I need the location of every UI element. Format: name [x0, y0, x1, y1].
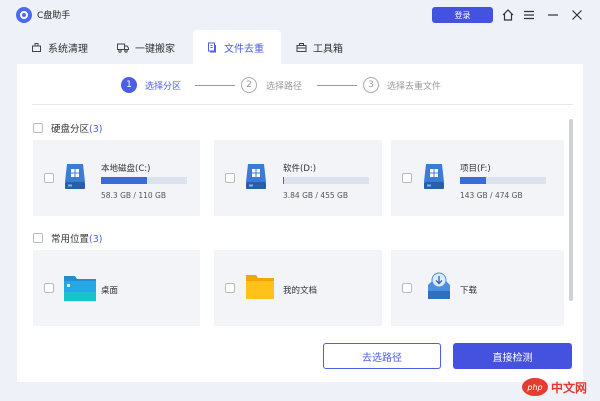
- disk-usage-fill: [101, 177, 147, 184]
- disk-checkbox[interactable]: [44, 173, 54, 183]
- disk-size: 143 GB / 474 GB: [460, 191, 523, 200]
- tab-toolbox[interactable]: 工具箱: [296, 30, 343, 64]
- disk-size: 58.3 GB / 110 GB: [101, 191, 166, 200]
- step-1-label: 选择分区: [145, 82, 182, 92]
- disk-card-c[interactable]: 本地磁盘(C:) 58.3 GB / 110 GB: [33, 140, 200, 216]
- menu-icon[interactable]: [521, 7, 537, 23]
- main-tabs: 系统清理 一键搬家 文件去重 工具箱: [0, 30, 600, 64]
- tab-label: 文件去重: [224, 43, 264, 55]
- tab-one-click-move[interactable]: 一键搬家: [117, 30, 175, 64]
- step-2-label: 选择路径: [266, 82, 303, 92]
- tab-label: 一键搬家: [135, 43, 175, 55]
- scan-now-button[interactable]: 直接检测: [453, 343, 572, 369]
- truck-icon: [117, 43, 129, 53]
- location-section-title: 常用位置(3): [51, 234, 103, 245]
- step-3-circle: 3: [363, 77, 379, 93]
- watermark-text: 中文网: [551, 380, 588, 395]
- download-icon: [428, 272, 450, 299]
- step-connector: [317, 85, 357, 86]
- disk-checkbox[interactable]: [402, 173, 412, 183]
- home-icon[interactable]: [500, 7, 516, 23]
- step-indicator: 1 选择分区 2 选择路径 3 选择去重文件: [17, 64, 583, 106]
- disk-usage-fill: [460, 177, 486, 184]
- app-logo-icon: [16, 7, 32, 23]
- location-card-desktop[interactable]: 桌面: [33, 250, 200, 326]
- disk-card-d[interactable]: 软件(D:) 3.84 GB / 455 GB: [214, 140, 382, 216]
- disk-usage-fill: [283, 177, 284, 184]
- broom-icon: [32, 42, 41, 52]
- title-bar: C盘助手 登录: [0, 0, 600, 30]
- location-checkbox[interactable]: [225, 283, 235, 293]
- scrollbar[interactable]: [569, 119, 573, 301]
- app-title: C盘助手: [37, 11, 71, 21]
- location-name: 我的文档: [283, 286, 318, 296]
- step-connector: [195, 85, 235, 86]
- location-name: 下载: [460, 286, 478, 296]
- disk-section-title: 硬盘分区(3): [51, 124, 103, 135]
- documents-folder-icon: [246, 275, 274, 299]
- disk-size: 3.84 GB / 455 GB: [283, 191, 348, 200]
- disk-name: 软件(D:): [283, 164, 317, 174]
- disk-name: 本地磁盘(C:): [101, 164, 151, 174]
- disk-name: 项目(F:): [460, 164, 491, 174]
- location-checkbox[interactable]: [402, 283, 412, 293]
- tab-system-clean[interactable]: 系统清理: [31, 30, 88, 64]
- main-panel: 1 选择分区 2 选择路径 3 选择去重文件 硬盘分区(3) 本地磁盘(C:) …: [17, 64, 583, 382]
- step-1-circle: 1: [121, 77, 137, 93]
- toolbox-icon: [296, 42, 307, 52]
- desktop-folder-icon: [64, 276, 96, 301]
- hard-drive-icon: [424, 164, 444, 189]
- disk-usage-bar: [101, 177, 187, 184]
- location-card-documents[interactable]: 我的文档: [214, 250, 382, 326]
- disk-checkbox[interactable]: [225, 173, 235, 183]
- disk-card-f[interactable]: 项目(F:) 143 GB / 474 GB: [391, 140, 564, 216]
- location-name: 桌面: [101, 286, 119, 296]
- disk-usage-bar: [460, 177, 546, 184]
- step-3-label: 选择去重文件: [387, 82, 442, 92]
- close-icon[interactable]: [569, 7, 585, 23]
- watermark-badge: php: [522, 378, 548, 396]
- tab-file-dedup[interactable]: 文件去重: [193, 30, 281, 64]
- choose-path-button[interactable]: 去选路径: [323, 343, 441, 369]
- file-copy-icon: [208, 42, 216, 52]
- site-watermark: php 中文网: [522, 377, 587, 397]
- tab-label: 工具箱: [313, 43, 343, 55]
- location-card-downloads[interactable]: 下载: [391, 250, 564, 326]
- location-checkbox[interactable]: [44, 283, 54, 293]
- disk-section-checkbox[interactable]: [33, 123, 43, 133]
- hard-drive-icon: [246, 164, 266, 189]
- step-2-circle: 2: [241, 77, 257, 93]
- hard-drive-icon: [65, 164, 85, 189]
- location-section-checkbox[interactable]: [33, 233, 43, 243]
- disk-usage-bar: [283, 177, 369, 184]
- tab-label: 系统清理: [48, 43, 88, 55]
- minimize-icon[interactable]: [545, 7, 561, 23]
- login-button[interactable]: 登录: [432, 7, 493, 23]
